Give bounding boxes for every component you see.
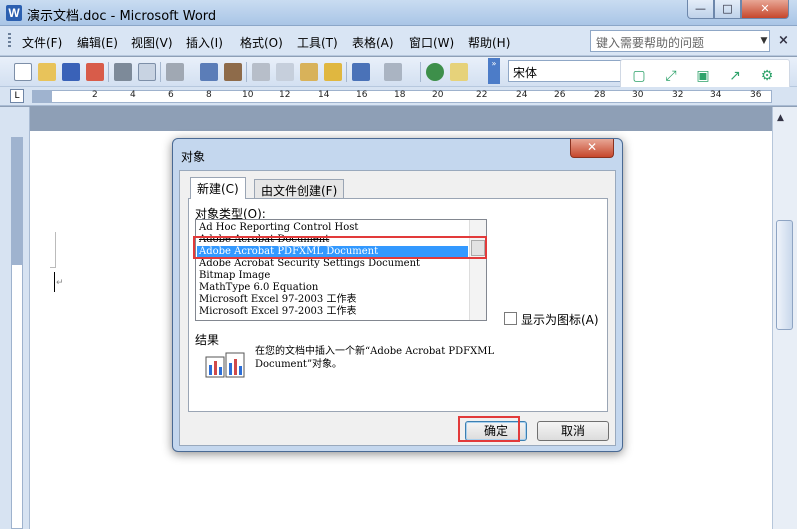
text-cursor — [54, 272, 55, 292]
open-folder-icon[interactable] — [38, 63, 56, 81]
maximize-button[interactable]: □ — [714, 0, 741, 19]
menu-file[interactable]: 文件(F) — [22, 34, 62, 51]
ruler-label: 12 — [279, 90, 291, 100]
ruler-label: 8 — [206, 90, 212, 100]
object-type-listbox[interactable]: Ad Hoc Reporting Control Host Adobe Acro… — [195, 219, 487, 321]
list-item[interactable]: MathType 6.0 Equation — [199, 282, 318, 294]
settings-gear-icon[interactable]: ⚙ — [759, 68, 775, 84]
undo-icon[interactable] — [352, 63, 370, 81]
tab-create-new[interactable]: 新建(C) — [190, 177, 246, 199]
share-icon[interactable]: ↗ — [727, 68, 743, 84]
list-item[interactable]: Microsoft Excel 97-2003 工作表 — [199, 306, 356, 318]
hyperlink-icon[interactable] — [426, 63, 444, 81]
save-icon[interactable] — [62, 63, 80, 81]
selected-item-highlight — [193, 236, 487, 259]
object-dialog: 对象 ✕ 新建(C) 由文件创建(F) 对象类型(O): Ad Hoc Repo… — [172, 138, 623, 452]
save-to-cloud-icon[interactable]: ▣ — [695, 68, 711, 84]
spelling-icon[interactable] — [200, 63, 218, 81]
window-title: 演示文档.doc - Microsoft Word — [27, 9, 217, 24]
paste-icon[interactable] — [300, 63, 318, 81]
cancel-button[interactable]: 取消 — [537, 421, 609, 441]
ruler-label: 24 — [516, 90, 528, 100]
list-scrollbar[interactable] — [469, 220, 486, 320]
format-painter-icon[interactable] — [324, 63, 342, 81]
ruler-label: 14 — [318, 90, 330, 100]
cut-icon[interactable] — [252, 63, 270, 81]
ruler-label: 16 — [356, 90, 368, 100]
ruler-label: 18 — [394, 90, 406, 100]
dialog-title: 对象 — [181, 150, 206, 164]
print-preview-icon[interactable] — [138, 63, 156, 81]
display-as-icon-checkbox[interactable] — [504, 312, 517, 325]
menu-edit[interactable]: 编辑(E) — [77, 34, 118, 51]
result-label: 结果 — [195, 333, 220, 347]
ruler-label: 28 — [594, 90, 606, 100]
tab-stop-selector[interactable]: L — [10, 89, 24, 103]
copy-icon[interactable] — [276, 63, 294, 81]
close-button[interactable]: ✕ — [741, 0, 789, 19]
ruler-label: 32 — [672, 90, 684, 100]
research-icon[interactable] — [224, 63, 242, 81]
toolbar-overflow-button[interactable]: » — [488, 58, 500, 84]
tab-create-from-file[interactable]: 由文件创建(F) — [254, 179, 345, 199]
ruler-label: 30 — [632, 90, 644, 100]
menu-tools[interactable]: 工具(T) — [297, 34, 338, 51]
menu-format[interactable]: 格式(O) — [240, 34, 283, 51]
dialog-close-button[interactable]: ✕ — [570, 139, 614, 158]
title-bar: W 演示文档.doc - Microsoft Word — □ ✕ — [0, 0, 797, 26]
ruler-label: 6 — [168, 90, 174, 100]
scroll-up-arrow-icon[interactable]: ▲ — [777, 113, 784, 123]
ruler-label: 4 — [130, 90, 136, 100]
menu-table[interactable]: 表格(A) — [352, 34, 394, 51]
list-item[interactable]: Adobe Acrobat Security Settings Document — [199, 258, 420, 270]
ruler-label: 34 — [710, 90, 722, 100]
menu-help[interactable]: 帮助(H) — [468, 34, 510, 51]
ruler-label: 10 — [242, 90, 254, 100]
result-description: 在您的文档中插入一个新“Adobe Acrobat PDFXML Documen… — [255, 346, 495, 370]
menu-view[interactable]: 视图(V) — [131, 34, 173, 51]
redo-icon[interactable] — [384, 63, 402, 81]
margin-corner-mark — [50, 232, 56, 268]
list-item[interactable]: Ad Hoc Reporting Control Host — [199, 222, 358, 234]
print-icon[interactable] — [114, 63, 132, 81]
menu-grip-icon[interactable] — [8, 33, 11, 49]
word-app-icon[interactable]: W — [6, 5, 22, 21]
document-close-icon[interactable]: × — [778, 33, 789, 48]
ruler-label: 22 — [476, 90, 488, 100]
new-document-icon[interactable] — [14, 63, 32, 81]
scrollbar-thumb[interactable] — [776, 220, 793, 330]
list-item[interactable]: Microsoft Excel 97-2003 工作表 — [199, 294, 356, 306]
chinese-convert-icon[interactable] — [166, 63, 184, 81]
vertical-scrollbar[interactable]: ▲ — [772, 107, 797, 529]
list-item[interactable]: Bitmap Image — [199, 270, 270, 282]
display-as-icon-label: 显示为图标(A) — [521, 313, 599, 327]
menu-window[interactable]: 窗口(W) — [409, 34, 454, 51]
permission-icon[interactable] — [86, 63, 104, 81]
font-name-combobox[interactable]: 宋体 — [508, 60, 622, 82]
help-search-input[interactable]: 键入需要帮助的问题 — [590, 30, 770, 52]
expand-icon[interactable]: ⤢ — [663, 68, 679, 84]
fullscreen-icon[interactable]: ▢ — [631, 68, 647, 84]
ruler-label: 2 — [92, 90, 98, 100]
result-chart-icon — [205, 352, 245, 378]
ok-button-highlight — [458, 416, 520, 442]
menu-insert[interactable]: 插入(I) — [186, 34, 223, 51]
ruler-label: 26 — [554, 90, 566, 100]
help-dropdown-arrow-icon[interactable]: ▼ — [756, 30, 772, 52]
tables-borders-icon[interactable] — [450, 63, 468, 81]
ruler-label: 20 — [432, 90, 444, 100]
paragraph-mark-icon: ↵ — [56, 278, 64, 288]
ruler-label: 36 — [750, 90, 762, 100]
minimize-button[interactable]: — — [687, 0, 714, 19]
